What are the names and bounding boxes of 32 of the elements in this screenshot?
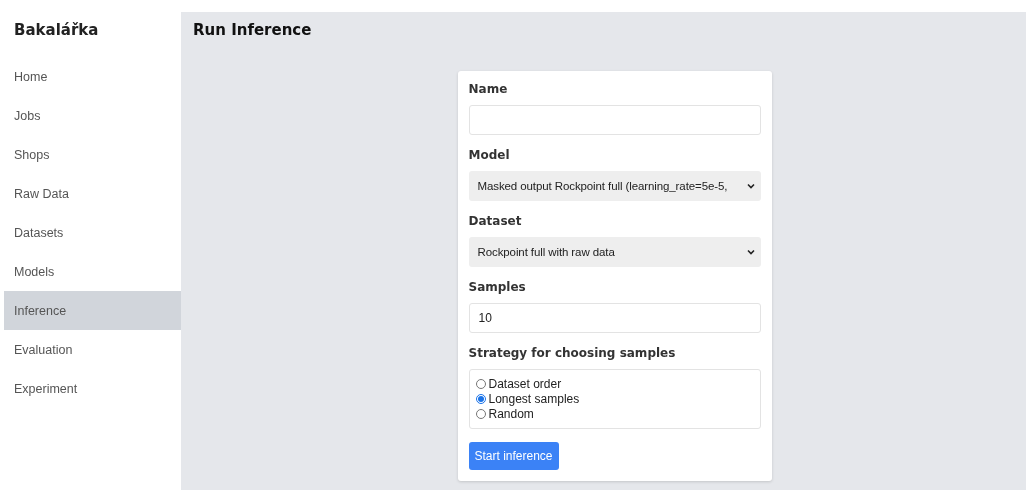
radio-option[interactable]: Longest samples bbox=[475, 392, 754, 406]
sidebar-item[interactable]: Inference bbox=[4, 291, 181, 330]
radio-label: Dataset order bbox=[488, 377, 562, 391]
radio-button[interactable] bbox=[475, 394, 486, 404]
field-label: Name bbox=[468, 82, 509, 96]
radio-option[interactable]: Dataset order bbox=[475, 377, 754, 391]
sidebar-item[interactable]: Evaluation bbox=[4, 330, 181, 369]
radio-label: Longest samples bbox=[488, 392, 580, 406]
field-label: Model bbox=[468, 148, 511, 162]
field-label: Dataset bbox=[468, 214, 523, 228]
chevron-icon bbox=[746, 183, 755, 189]
sidebar-item[interactable]: Shops bbox=[4, 135, 181, 174]
text-field[interactable]: 10 bbox=[468, 303, 761, 333]
chevron-icon bbox=[746, 249, 755, 255]
sidebar-item[interactable]: Experiment bbox=[4, 369, 181, 408]
radio-button[interactable] bbox=[475, 409, 486, 419]
sidebar-item[interactable]: Datasets bbox=[4, 213, 181, 252]
radio-label: Random bbox=[488, 407, 534, 421]
field-label: Samples bbox=[468, 280, 527, 294]
dropdown[interactable]: Rockpoint full with raw data bbox=[468, 237, 761, 267]
radio-option[interactable]: Random bbox=[475, 407, 754, 421]
text-field[interactable] bbox=[468, 105, 761, 135]
field-label: Strategy for choosing samples bbox=[468, 346, 677, 360]
app-title: Bakalářka bbox=[13, 20, 100, 41]
page-title: Run Inference bbox=[192, 20, 312, 41]
sidebar-item[interactable]: Home bbox=[4, 57, 181, 96]
sidebar-item[interactable]: Raw Data bbox=[4, 174, 181, 213]
dropdown[interactable]: Masked output Rockpoint full (learning_rate=5e-5, bbox=[468, 171, 761, 201]
start-button[interactable]: Start inference bbox=[468, 442, 559, 470]
sidebar-item[interactable]: Jobs bbox=[4, 96, 181, 135]
sidebar-item[interactable]: Models bbox=[4, 252, 181, 291]
radio-button[interactable] bbox=[475, 379, 486, 389]
